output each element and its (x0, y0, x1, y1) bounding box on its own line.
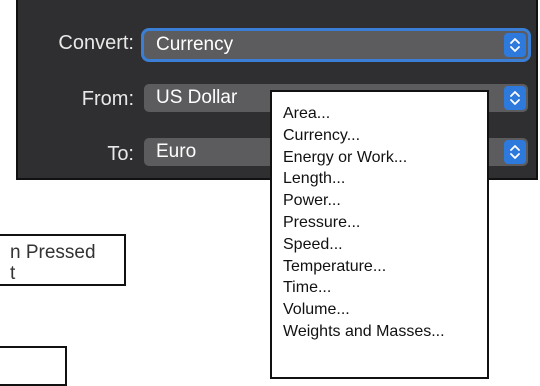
from-label: From: (81, 88, 134, 110)
up-down-chevron-icon[interactable] (504, 33, 526, 57)
up-down-chevron-icon[interactable] (504, 140, 526, 164)
menu-item-power[interactable]: Power... (283, 190, 487, 212)
background-text-box: n Pressed t (0, 234, 126, 286)
to-select-value: Euro (156, 141, 197, 162)
convert-label: Convert: (58, 32, 134, 54)
menu-item-temperature[interactable]: Temperature... (283, 256, 487, 278)
menu-item-pressure[interactable]: Pressure... (283, 212, 487, 234)
menu-item-area[interactable]: Area... (283, 103, 487, 125)
menu-item-speed[interactable]: Speed... (283, 234, 487, 256)
background-text-line1: n Pressed (10, 242, 96, 263)
menu-item-length[interactable]: Length... (283, 168, 487, 190)
up-down-chevron-icon[interactable] (504, 86, 526, 110)
from-select-value: US Dollar (156, 87, 238, 108)
menu-item-volume[interactable]: Volume... (283, 299, 487, 321)
convert-select-value: Currency (156, 34, 234, 55)
background-text-line2: t (10, 263, 16, 284)
menu-item-weights-and-masses[interactable]: Weights and Masses... (283, 321, 487, 343)
background-empty-box (0, 346, 67, 386)
menu-item-energy-or-work[interactable]: Energy or Work... (283, 147, 487, 169)
convert-select[interactable]: Currency (144, 31, 528, 59)
unit-type-menu: Area... Currency... Energy or Work... Le… (270, 90, 489, 379)
to-label: To: (107, 143, 134, 165)
menu-item-currency[interactable]: Currency... (283, 125, 487, 147)
menu-item-time[interactable]: Time... (283, 277, 487, 299)
